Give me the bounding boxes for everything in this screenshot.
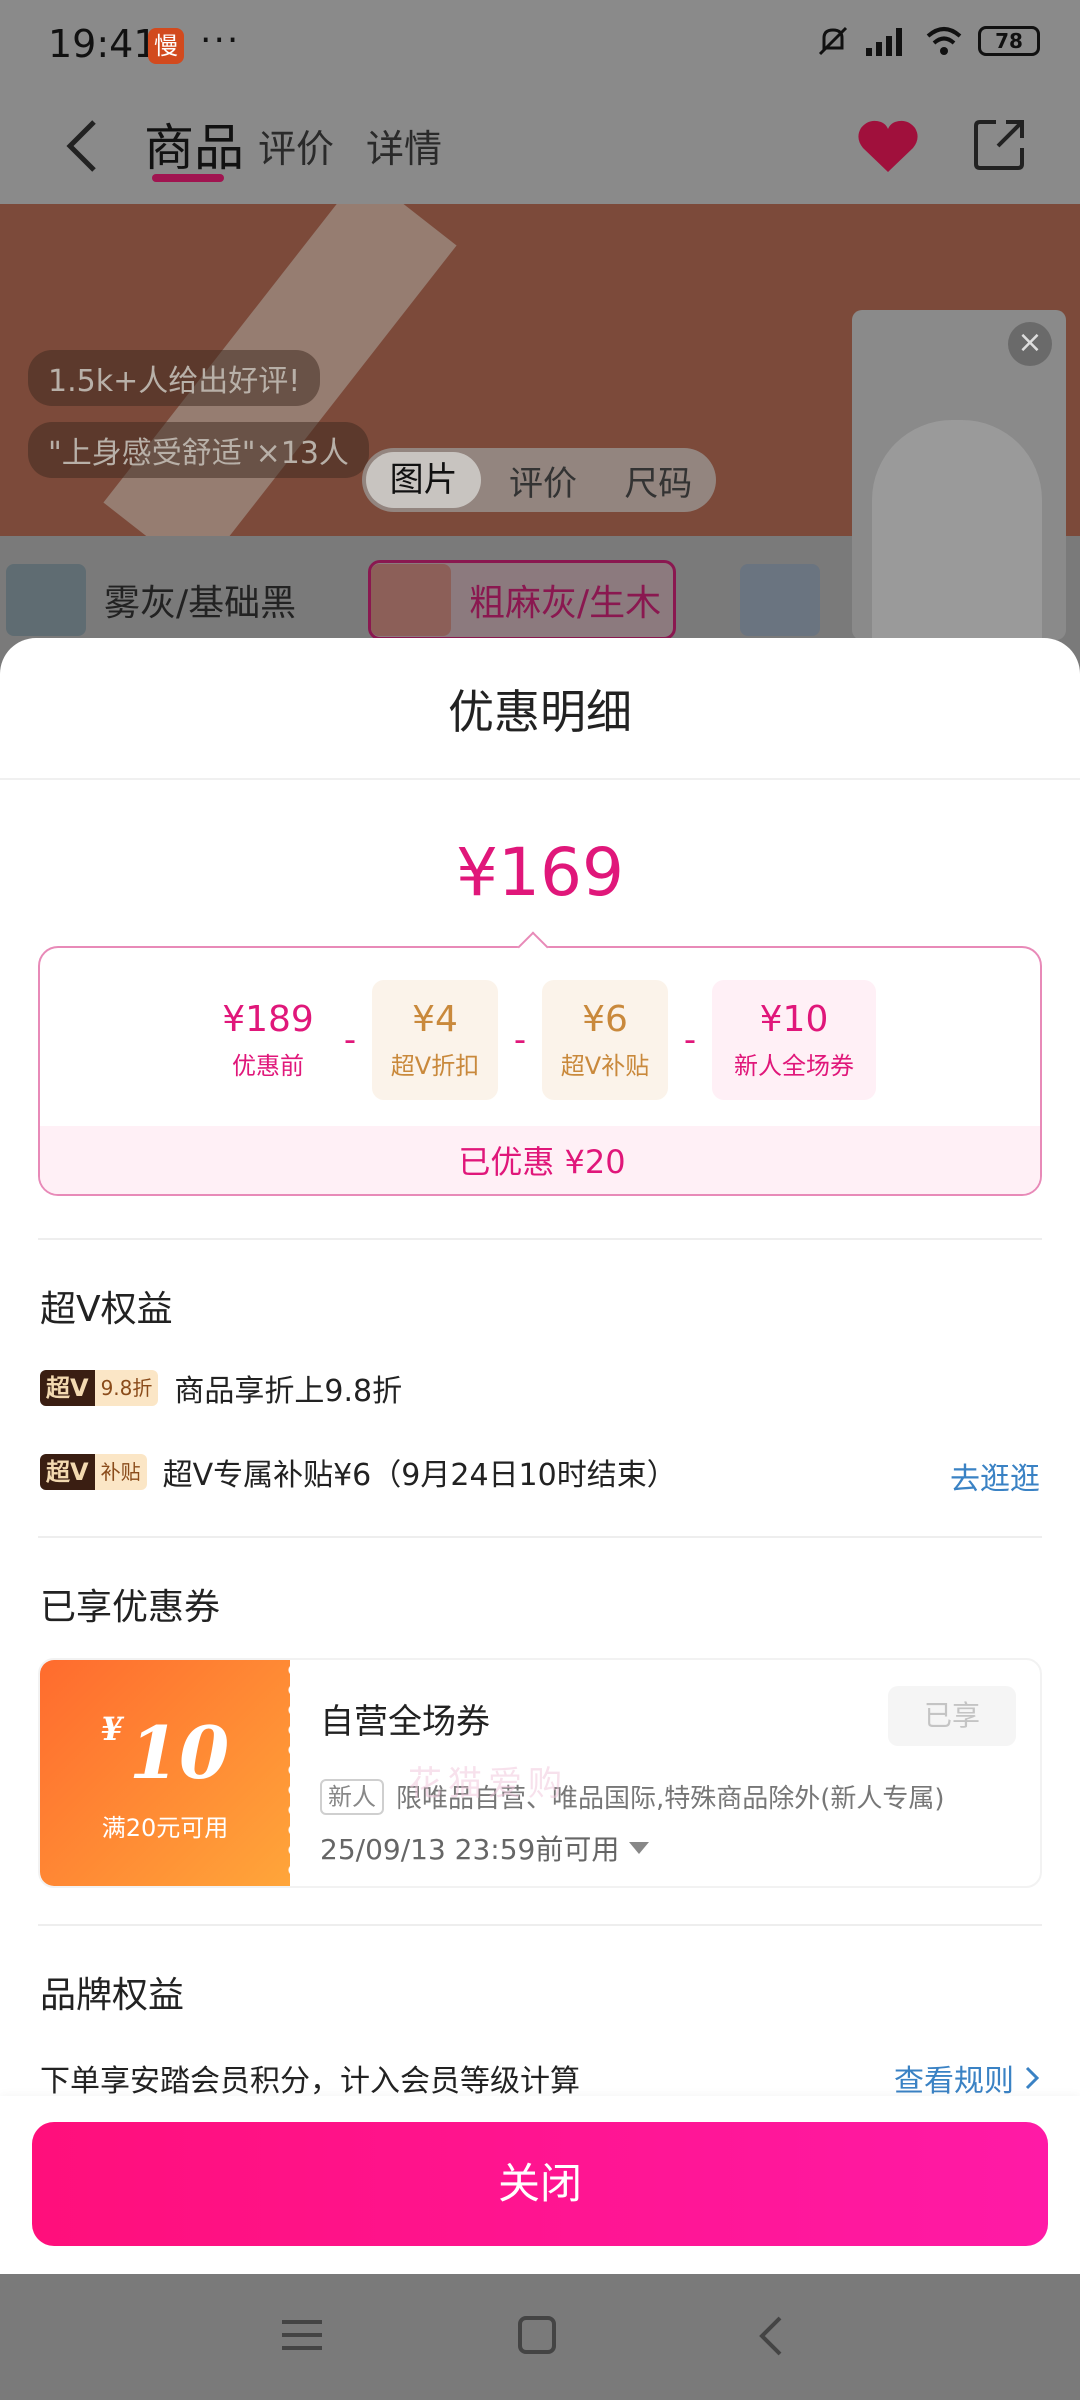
tab-product[interactable]: 商品: [144, 108, 244, 180]
breakdown-label: 超V折扣: [390, 1052, 480, 1080]
sheet-title: 优惠明细: [448, 685, 632, 739]
vip-subsidy: ¥6 超V补贴: [542, 980, 668, 1100]
divider: [0, 778, 1080, 780]
color-options: 雾灰/基础黑 粗麻灰/生木: [0, 560, 1080, 640]
coupon-perforation: [280, 1660, 300, 1886]
more-notifications-icon: ···: [200, 20, 241, 61]
price-breakdown: ¥189 优惠前 - ¥4 超V折扣 - ¥6 超V补贴 - ¥10 新人全场券…: [38, 946, 1042, 1196]
battery-icon: 78: [978, 26, 1040, 56]
signal-icon: [866, 28, 902, 56]
coupon-name: 自营全场券: [320, 1702, 490, 1742]
tab-reviews[interactable]: 评价: [258, 118, 334, 173]
menu-icon[interactable]: [282, 2320, 322, 2350]
badge-v: 超V: [40, 1370, 95, 1406]
top-nav: 商品 评价 详情: [0, 92, 1080, 204]
coupons-title: 已享优惠券: [40, 1587, 221, 1628]
tab-details[interactable]: 详情: [366, 118, 442, 173]
coupon-amount: ¥10: [40, 1710, 290, 1795]
breakdown-label: 新人全场券: [734, 1052, 854, 1080]
switch-size[interactable]: 尺码: [601, 456, 716, 505]
badge-text: 9.8折: [94, 1370, 159, 1406]
media-switch: 图片 评价 尺码: [362, 448, 716, 512]
heart-icon[interactable]: [855, 116, 921, 176]
notification-app-icon: 慢: [148, 28, 184, 64]
go-shopping-link[interactable]: 去逛逛: [950, 1454, 1040, 1498]
color-label: 雾灰/基础黑: [104, 583, 297, 624]
breakdown-row: ¥189 优惠前 - ¥4 超V折扣 - ¥6 超V补贴 - ¥10 新人全场券: [40, 980, 1040, 1100]
color-option-selected[interactable]: 粗麻灰/生木: [368, 560, 677, 640]
view-rules-label: 查看规则: [894, 2064, 1014, 2099]
close-area: 关闭: [0, 2096, 1080, 2274]
expiry-text: 25/09/13 23:59前可用: [320, 1833, 620, 1866]
share-icon[interactable]: [972, 116, 1028, 172]
benefit-text: 商品享折上9.8折: [174, 1374, 403, 1409]
original-price: ¥189 优惠前: [208, 980, 328, 1100]
switch-reviews[interactable]: 评价: [485, 456, 600, 505]
minus-sign: -: [683, 1020, 697, 1060]
coupon-expiry[interactable]: 25/09/13 23:59前可用: [320, 1828, 650, 1868]
breakdown-label: 优惠前: [232, 1052, 304, 1080]
super-v-badge: 超V 补贴: [40, 1454, 147, 1490]
view-rules-link[interactable]: 查看规则: [894, 2056, 1040, 2100]
status-time: 19:41: [48, 22, 158, 66]
breakdown-amount: ¥6: [582, 999, 628, 1040]
status-bar: 19:41 慢 ··· 78: [0, 0, 1080, 92]
mute-icon: [818, 26, 848, 56]
minus-sign: -: [513, 1020, 527, 1060]
watermark: 花猫爱购: [408, 1764, 568, 1804]
super-v-title: 超V权益: [40, 1289, 173, 1330]
wifi-icon: [926, 27, 962, 55]
back-icon[interactable]: [60, 116, 110, 176]
breakdown-amount: ¥4: [412, 999, 458, 1040]
chevron-down-icon: [629, 1842, 650, 1854]
review-pill: 1.5k+人给出好评!: [28, 350, 321, 406]
benefit-text: 超V专属补贴¥6（9月24日10时结束）: [162, 1458, 677, 1493]
divider: [38, 1924, 1042, 1926]
badge-text: 补贴: [94, 1454, 147, 1490]
vip-discount: ¥4 超V折扣: [372, 980, 498, 1100]
yen-symbol: ¥: [100, 1710, 124, 1748]
coupon-value: ¥10 满20元可用: [40, 1660, 290, 1886]
brand-benefit-text: 下单享安踏会员积分，计入会员等级计算: [40, 2064, 580, 2099]
total-saved: 已优惠 ¥20: [40, 1126, 1040, 1194]
close-icon[interactable]: ×: [1008, 322, 1052, 366]
switch-images[interactable]: 图片: [366, 452, 482, 508]
color-thumbnail: [6, 564, 86, 636]
chevron-right-icon: [1025, 2066, 1040, 2090]
review-pill: "上身感受舒适"×13人: [28, 422, 369, 478]
super-v-benefit: 超V 9.8折 商品享折上9.8折: [40, 1368, 403, 1409]
system-back-icon[interactable]: [756, 2314, 786, 2358]
new-user-coupon: ¥10 新人全场券: [712, 980, 876, 1100]
final-price: ¥169: [456, 834, 624, 911]
coupon-condition: 满20元可用: [101, 1814, 229, 1842]
discount-detail-sheet: 优惠明细 ¥169 ¥189 优惠前 - ¥4 超V折扣 - ¥6 超V补贴 -…: [0, 638, 1080, 2274]
system-nav-bar: [0, 2274, 1080, 2400]
product-page-background: 19:41 慢 ··· 78 商品 评价 详情 1.5k+人给出好评! "上身感…: [0, 0, 1080, 640]
color-thumbnail[interactable]: [740, 564, 820, 636]
super-v-badge: 超V 9.8折: [40, 1370, 159, 1406]
breakdown-amount: ¥10: [759, 999, 829, 1040]
status-icons: 78: [816, 24, 1040, 58]
home-icon[interactable]: [518, 2316, 556, 2354]
color-option[interactable]: 雾灰/基础黑: [6, 560, 296, 640]
divider: [38, 1536, 1042, 1538]
breakdown-label: 超V补贴: [560, 1052, 650, 1080]
brand-title: 品牌权益: [40, 1975, 185, 2016]
coupon-amount-number: 10: [129, 1710, 230, 1795]
close-button[interactable]: 关闭: [32, 2122, 1048, 2246]
divider: [38, 1238, 1042, 1240]
color-thumbnail: [371, 564, 451, 636]
minus-sign: -: [343, 1020, 357, 1060]
badge-v: 超V: [40, 1454, 95, 1490]
new-user-tag: 新人: [320, 1778, 384, 1815]
color-label: 粗麻灰/生木: [469, 583, 662, 624]
active-tab-indicator: [152, 174, 224, 182]
super-v-benefit: 超V 补贴 超V专属补贴¥6（9月24日10时结束）: [40, 1452, 677, 1493]
coupon-status-button[interactable]: 已享: [888, 1686, 1016, 1746]
breakdown-amount: ¥189: [222, 999, 314, 1040]
